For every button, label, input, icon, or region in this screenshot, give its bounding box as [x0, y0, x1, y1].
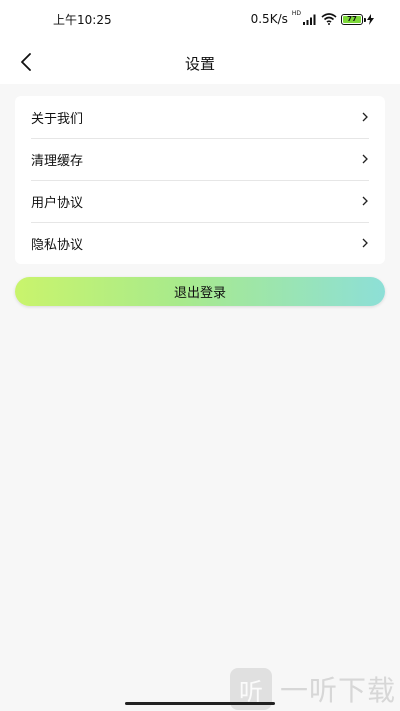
- chevron-right-icon: [362, 196, 368, 206]
- menu-item-user-agreement[interactable]: 用户协议: [15, 180, 385, 222]
- battery-icon: 77: [341, 13, 366, 25]
- menu-item-label: 清理缓存: [31, 153, 84, 169]
- settings-menu: 关于我们 清理缓存 用户协议 隐私协议: [15, 96, 385, 264]
- chevron-right-icon: [362, 238, 368, 248]
- battery-level: 77: [347, 15, 357, 23]
- home-indicator[interactable]: [125, 702, 275, 705]
- menu-item-label: 用户协议: [31, 195, 84, 211]
- chevron-right-icon: [362, 154, 368, 164]
- page-title: 设置: [184, 55, 215, 73]
- network-speed: 0.5K/s: [250, 12, 288, 26]
- menu-item-label: 关于我们: [31, 111, 84, 127]
- watermark-text: 一听下载: [279, 674, 396, 707]
- hd-tag: HD: [291, 10, 301, 17]
- menu-item-label: 隐私协议: [31, 237, 84, 253]
- charging-bolt-icon: [367, 13, 374, 25]
- chevron-right-icon: [362, 112, 368, 122]
- status-time: 上午10:25: [53, 13, 112, 27]
- status-icons: 0.5K/s HD 77: [251, 11, 374, 27]
- header: 设置: [0, 38, 400, 84]
- wifi-icon: [321, 13, 337, 25]
- menu-item-about-us[interactable]: 关于我们: [15, 96, 385, 138]
- status-bar: 上午10:25 0.5K/s HD 77: [0, 0, 400, 38]
- logout-button[interactable]: 退出登录: [15, 277, 385, 306]
- cellular-signal-icon: [303, 14, 317, 25]
- menu-item-privacy-policy[interactable]: 隐私协议: [15, 222, 385, 264]
- menu-item-clear-cache[interactable]: 清理缓存: [15, 138, 385, 180]
